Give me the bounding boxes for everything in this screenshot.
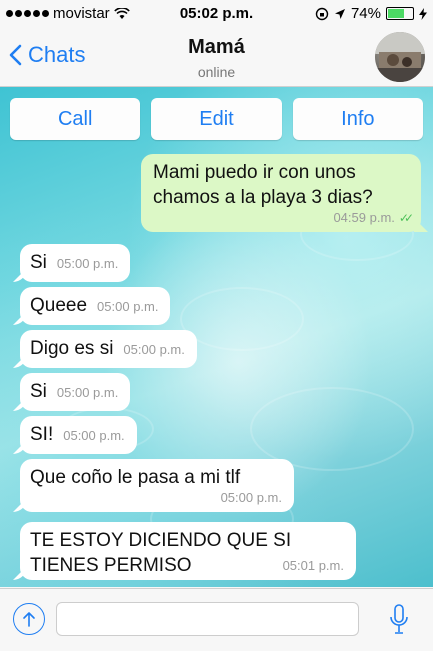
message-text: Si: [30, 252, 47, 273]
message-text: Si: [30, 381, 47, 402]
contact-avatar[interactable]: [375, 32, 425, 82]
location-icon: [334, 8, 345, 19]
rotation-lock-icon: [315, 7, 329, 20]
status-right: 74%: [315, 5, 427, 22]
message-text: Que coño le pasa a mi tlf: [30, 467, 241, 488]
contact-actions: Call Edit Info: [10, 98, 423, 140]
message-time: 05:00 p.m.: [63, 428, 125, 443]
attach-button[interactable]: [13, 603, 45, 635]
chat-header: Chats Mamá online: [0, 28, 433, 87]
message-text: Digo es si: [30, 338, 114, 359]
message-bubble-incoming[interactable]: SI! 05:00 p.m.: [20, 416, 137, 454]
contact-status: online: [197, 64, 236, 80]
microphone-icon: [390, 604, 408, 634]
battery-percent: 74%: [350, 5, 381, 22]
message-time: 05:00 p.m.: [97, 299, 159, 314]
message-bubble-outgoing[interactable]: Mami puedo ir con unos chamos a la playa…: [141, 154, 421, 232]
status-bar: movistar 05:02 p.m. 74%: [0, 0, 433, 28]
message-bubble-incoming[interactable]: TE ESTOY DICIENDO QUE SI TIENES PERMISO …: [20, 522, 356, 580]
message-time: 05:00 p.m.: [56, 256, 119, 271]
read-ticks-icon: ✓✓: [398, 211, 414, 225]
call-button[interactable]: Call: [10, 98, 141, 140]
message-bubble-incoming[interactable]: Que coño le pasa a mi tlf 05:00 p.m.: [20, 459, 294, 512]
contact-name[interactable]: Mamá: [0, 36, 433, 59]
edit-button[interactable]: Edit: [151, 98, 282, 140]
battery-fill: [388, 9, 404, 18]
message-meta: 04:59 p.m. ✓✓: [153, 210, 414, 226]
message-time: 05:00 p.m.: [220, 490, 282, 505]
message-bubble-incoming[interactable]: Digo es si 05:00 p.m.: [20, 330, 197, 368]
avatar-photo: [375, 32, 425, 82]
message-time: 05:00 p.m.: [56, 385, 119, 400]
microphone-button[interactable]: [387, 603, 411, 637]
message-text: SI!: [30, 424, 54, 445]
message-text: Queee: [30, 295, 88, 316]
message-input[interactable]: [56, 602, 359, 636]
message-bubble-incoming[interactable]: Si 05:00 p.m.: [20, 373, 131, 411]
battery-icon: [386, 7, 414, 20]
message-time: 04:59 p.m.: [333, 210, 395, 225]
message-text: Mami puedo ir con unos chamos a la playa…: [153, 162, 373, 208]
message-input-bar: [0, 588, 433, 651]
info-button[interactable]: Info: [292, 98, 423, 140]
charging-icon: [419, 7, 427, 20]
upload-arrow-icon: [23, 612, 35, 627]
message-bubble-incoming[interactable]: Si 05:00 p.m.: [20, 244, 131, 282]
message-bubble-incoming[interactable]: Queee 05:00 p.m.: [20, 287, 171, 325]
message-time: 05:00 p.m.: [123, 342, 185, 357]
